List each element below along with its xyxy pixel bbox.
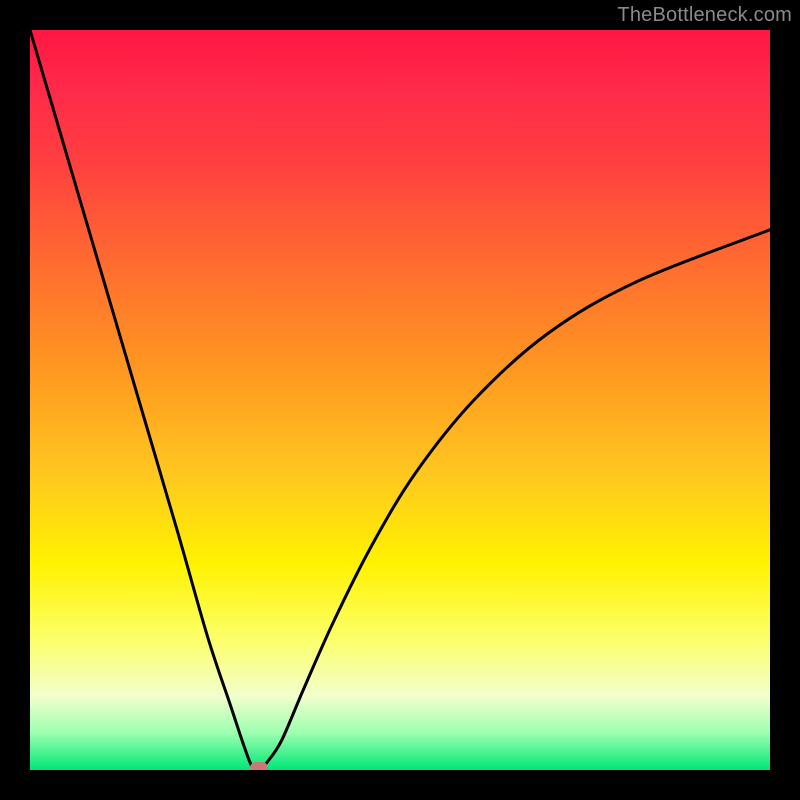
- bottleneck-curve: [30, 30, 770, 770]
- min-point-marker: [250, 762, 268, 770]
- chart-frame: TheBottleneck.com: [0, 0, 800, 800]
- plot-area: [30, 30, 770, 770]
- watermark-text: TheBottleneck.com: [617, 4, 792, 27]
